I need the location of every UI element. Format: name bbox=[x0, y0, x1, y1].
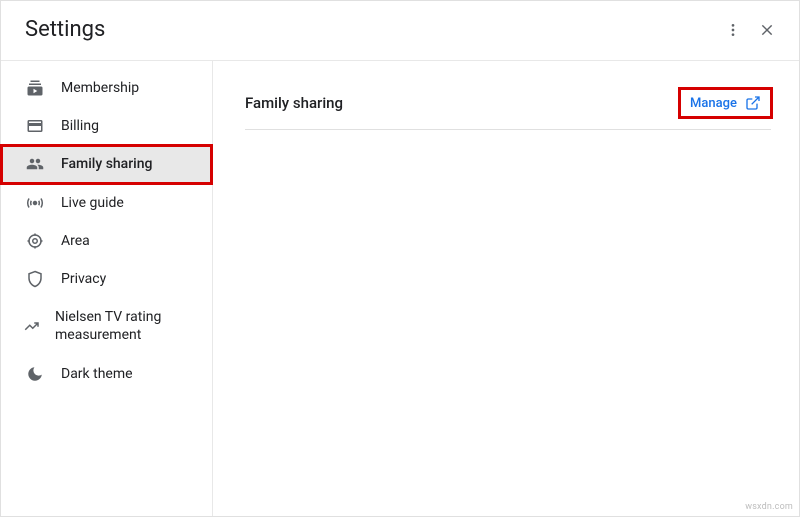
group-icon bbox=[23, 155, 47, 173]
sidebar-item-live-guide[interactable]: Live guide bbox=[1, 184, 212, 222]
sidebar-item-label: Nielsen TV rating measurement bbox=[55, 308, 196, 344]
card-icon bbox=[23, 117, 47, 135]
signal-icon bbox=[23, 194, 47, 212]
moon-icon bbox=[23, 365, 47, 383]
family-sharing-section: Family sharing Manage bbox=[245, 89, 771, 130]
subscription-icon bbox=[23, 79, 47, 97]
sidebar-item-family-sharing[interactable]: Family sharing bbox=[1, 145, 212, 183]
sidebar-item-membership[interactable]: Membership bbox=[1, 69, 212, 107]
more-vert-icon bbox=[725, 22, 741, 38]
sidebar-item-nielsen[interactable]: Nielsen TV rating measurement bbox=[1, 298, 212, 354]
sidebar-item-area[interactable]: Area bbox=[1, 222, 212, 260]
section-title: Family sharing bbox=[245, 94, 343, 112]
manage-link[interactable]: Manage bbox=[680, 89, 771, 117]
sidebar-item-label: Area bbox=[61, 232, 90, 250]
sidebar-item-label: Dark theme bbox=[61, 365, 133, 383]
page-title: Settings bbox=[25, 17, 105, 42]
close-icon bbox=[759, 22, 775, 38]
shield-icon bbox=[23, 270, 47, 288]
settings-header: Settings bbox=[1, 1, 799, 61]
header-actions bbox=[725, 22, 775, 38]
sidebar-item-dark-theme[interactable]: Dark theme bbox=[1, 355, 212, 393]
trending-icon bbox=[23, 317, 41, 335]
location-icon bbox=[23, 232, 47, 250]
sidebar-item-privacy[interactable]: Privacy bbox=[1, 260, 212, 298]
open-external-icon bbox=[745, 95, 761, 111]
more-options-button[interactable] bbox=[725, 22, 741, 38]
sidebar-item-billing[interactable]: Billing bbox=[1, 107, 212, 145]
content-container: Membership Billing Family sharing Live guid… bbox=[1, 61, 799, 516]
watermark: wsxdn.com bbox=[745, 502, 793, 512]
manage-link-label: Manage bbox=[690, 96, 737, 111]
sidebar-item-label: Privacy bbox=[61, 270, 106, 288]
close-button[interactable] bbox=[759, 22, 775, 38]
settings-sidebar: Membership Billing Family sharing Live guid… bbox=[1, 61, 213, 516]
sidebar-item-label: Membership bbox=[61, 79, 139, 97]
main-panel: Family sharing Manage bbox=[213, 61, 799, 516]
sidebar-item-label: Billing bbox=[61, 117, 99, 135]
sidebar-item-label: Live guide bbox=[61, 194, 124, 212]
sidebar-item-label: Family sharing bbox=[61, 155, 152, 173]
